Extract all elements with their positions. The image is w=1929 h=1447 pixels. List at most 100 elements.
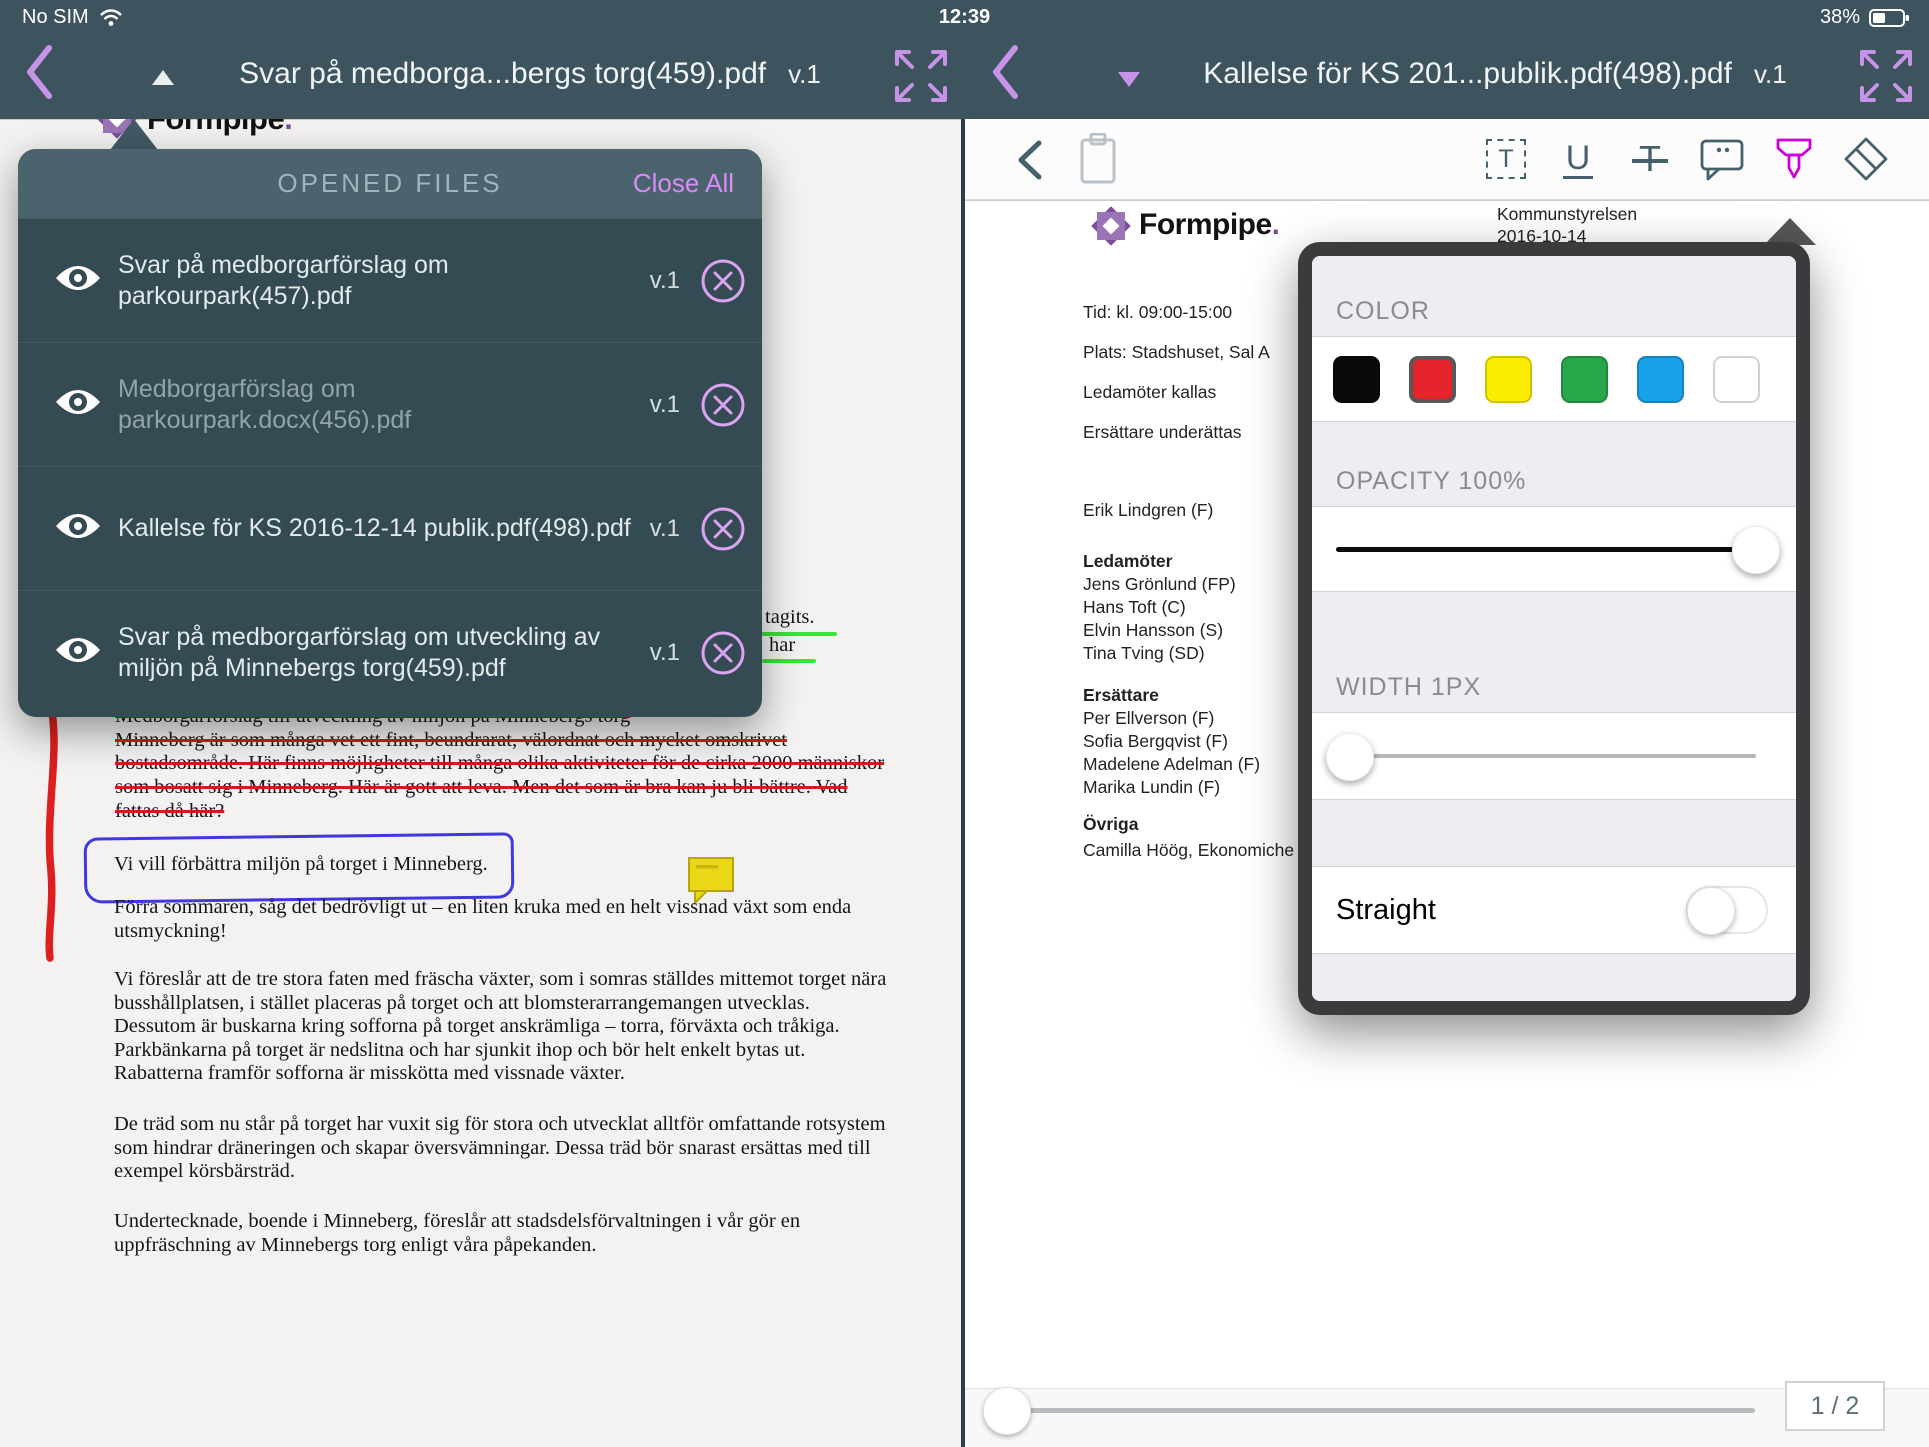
left-fullscreen-icon[interactable] (893, 48, 949, 104)
color-swatch-black[interactable] (1333, 356, 1380, 403)
left-back-icon[interactable] (22, 42, 56, 102)
file-name: Svar på medborgarförslag om parkourpark(… (118, 250, 650, 312)
close-file-icon[interactable] (700, 506, 746, 552)
struck-line: fattas då här? (115, 800, 224, 824)
comment-icon (1699, 136, 1745, 182)
file-version: v.1 (650, 639, 680, 667)
close-all-button[interactable]: Close All (633, 149, 734, 218)
opacity-slider-track[interactable] (1336, 547, 1734, 552)
green-underline-annotation (762, 659, 816, 663)
back-icon[interactable] (1013, 139, 1047, 181)
doc-paragraph: Förra sommaren, såg det bedrövligt ut – … (114, 896, 904, 943)
doc-section-heading: Ersättare (1083, 684, 1159, 707)
color-section-header: COLOR (1312, 256, 1796, 336)
width-slider-thumb[interactable] (1326, 733, 1374, 781)
battery-percent: 38% (1820, 6, 1860, 29)
comment-tool-button[interactable] (1699, 136, 1745, 182)
textbox-tool-button[interactable]: T (1483, 136, 1529, 182)
doc-member: Marika Lundin (F) (1083, 776, 1220, 799)
opacity-slider-row (1312, 506, 1796, 592)
doc-member: Camilla Höög, Ekonomiche (1083, 839, 1294, 862)
file-name: Svar på medborgarförslag om utveckling a… (118, 622, 650, 684)
underline-tool-button[interactable]: U (1555, 136, 1601, 182)
doc-section-heading: Ledamöter (1083, 550, 1172, 573)
highlighter-icon (1771, 136, 1817, 182)
popover-arrow (1764, 218, 1816, 245)
textbox-icon: T (1486, 139, 1526, 179)
page-indicator: 1 / 2 (1785, 1381, 1885, 1431)
file-version: v.1 (650, 267, 680, 295)
boxed-sentence: Vi vill förbättra miljön på torget i Min… (114, 853, 488, 877)
pane-divider (961, 0, 965, 1447)
page-scrubber-thumb[interactable] (983, 1387, 1031, 1435)
doc-member: Tina Tving (SD) (1083, 642, 1205, 665)
eye-icon (54, 634, 102, 666)
straight-toggle[interactable] (1686, 886, 1768, 934)
color-swatch-green[interactable] (1561, 356, 1608, 403)
doc-member: Per Ellverson (F) (1083, 707, 1214, 730)
right-fullscreen-icon[interactable] (1858, 48, 1914, 104)
left-doc-title[interactable]: Svar på medborga...bergs torg(459).pdfv.… (180, 44, 880, 104)
opened-file-row[interactable]: Medborgarförslag om parkourpark.docx(456… (18, 342, 762, 466)
opened-files-toggle-icon[interactable] (152, 70, 174, 85)
red-ink-stroke (36, 706, 70, 966)
opened-files-popover-tail (110, 119, 158, 150)
file-version: v.1 (650, 515, 680, 543)
close-file-icon[interactable] (700, 382, 746, 428)
struck-line: Minneberg är som många vet ett fint, beu… (115, 729, 787, 753)
width-slider-track[interactable] (1372, 754, 1756, 758)
doc-paragraph: Vi föreslår att de tre stora faten med f… (114, 968, 904, 1086)
doc-info-line: Tid: kl. 09:00-15:00 (1083, 301, 1232, 324)
straight-label: Straight (1336, 894, 1436, 927)
width-section-header: WIDTH 1PX (1312, 592, 1796, 712)
highlighter-tool-button[interactable] (1771, 136, 1817, 182)
struck-line: som bosatt sig i Minneberg. Här är gott … (115, 776, 848, 800)
color-swatch-red[interactable] (1409, 356, 1456, 403)
eye-icon (54, 386, 102, 418)
battery-icon (1869, 7, 1911, 29)
right-doc-version: v.1 (1754, 59, 1787, 90)
underline-icon: U (1563, 140, 1594, 179)
doc-info-line: Plats: Stadshuset, Sal A (1083, 341, 1270, 364)
formpipe-logo: Formpipe. (1090, 205, 1280, 245)
page-scrubber-track[interactable] (1008, 1408, 1755, 1413)
opened-file-row[interactable]: Kallelse för KS 2016-12-14 publik.pdf(49… (18, 466, 762, 590)
opened-file-row[interactable]: Svar på medborgarförslag om parkourpark(… (18, 218, 762, 342)
status-bar: No SIM 12:39 38% (0, 0, 1929, 34)
doc-attendee: Erik Lindgren (F) (1083, 499, 1213, 522)
right-back-icon[interactable] (988, 42, 1022, 102)
strikethrough-tool-button[interactable]: T (1627, 136, 1673, 182)
file-version: v.1 (650, 391, 680, 419)
opacity-section-header: OPACITY 100% (1312, 422, 1796, 506)
eye-icon (54, 262, 102, 294)
page-scrubber-bar: 1 / 2 (965, 1388, 1929, 1447)
doc-section-heading: Övriga (1083, 813, 1138, 836)
opacity-slider-thumb[interactable] (1732, 526, 1780, 574)
clipboard-icon[interactable] (1078, 133, 1118, 185)
file-name: Kallelse för KS 2016-12-14 publik.pdf(49… (118, 513, 650, 544)
eraser-tool-button[interactable] (1843, 136, 1889, 182)
straight-toggle-knob (1687, 887, 1735, 935)
doc-info-line: Ledamöter kallas (1083, 381, 1216, 404)
app-screen: Formpipe. tagits. har Medborgarförslag t… (0, 0, 1929, 1447)
right-opened-files-toggle-icon[interactable] (1118, 72, 1140, 87)
left-doc-version: v.1 (788, 59, 821, 90)
right-doc-title[interactable]: Kallelse för KS 201...publik.pdf(498).pd… (1150, 44, 1840, 104)
width-slider-row (1312, 712, 1796, 800)
opened-file-row[interactable]: Svar på medborgarförslag om utveckling a… (18, 590, 762, 714)
color-swatch-white[interactable] (1713, 356, 1760, 403)
doc-member: Jens Grönlund (FP) (1083, 573, 1236, 596)
popover-spacer (1312, 800, 1796, 866)
doc-info-line: Ersättare underättas (1083, 421, 1242, 444)
color-swatch-blue[interactable] (1637, 356, 1684, 403)
opened-files-title: OPENED FILES (277, 168, 502, 199)
color-swatch-row (1312, 337, 1796, 421)
doc-member: Sofia Bergqvist (F) (1083, 730, 1228, 753)
close-file-icon[interactable] (700, 630, 746, 676)
doc-org: Kommunstyrelsen (1497, 203, 1637, 226)
close-file-icon[interactable] (700, 258, 746, 304)
annotation-toolbar: T U T (965, 119, 1929, 200)
doc-member: Hans Toft (C) (1083, 596, 1186, 619)
opened-files-header: OPENED FILES Close All (18, 149, 762, 218)
color-swatch-yellow[interactable] (1485, 356, 1532, 403)
